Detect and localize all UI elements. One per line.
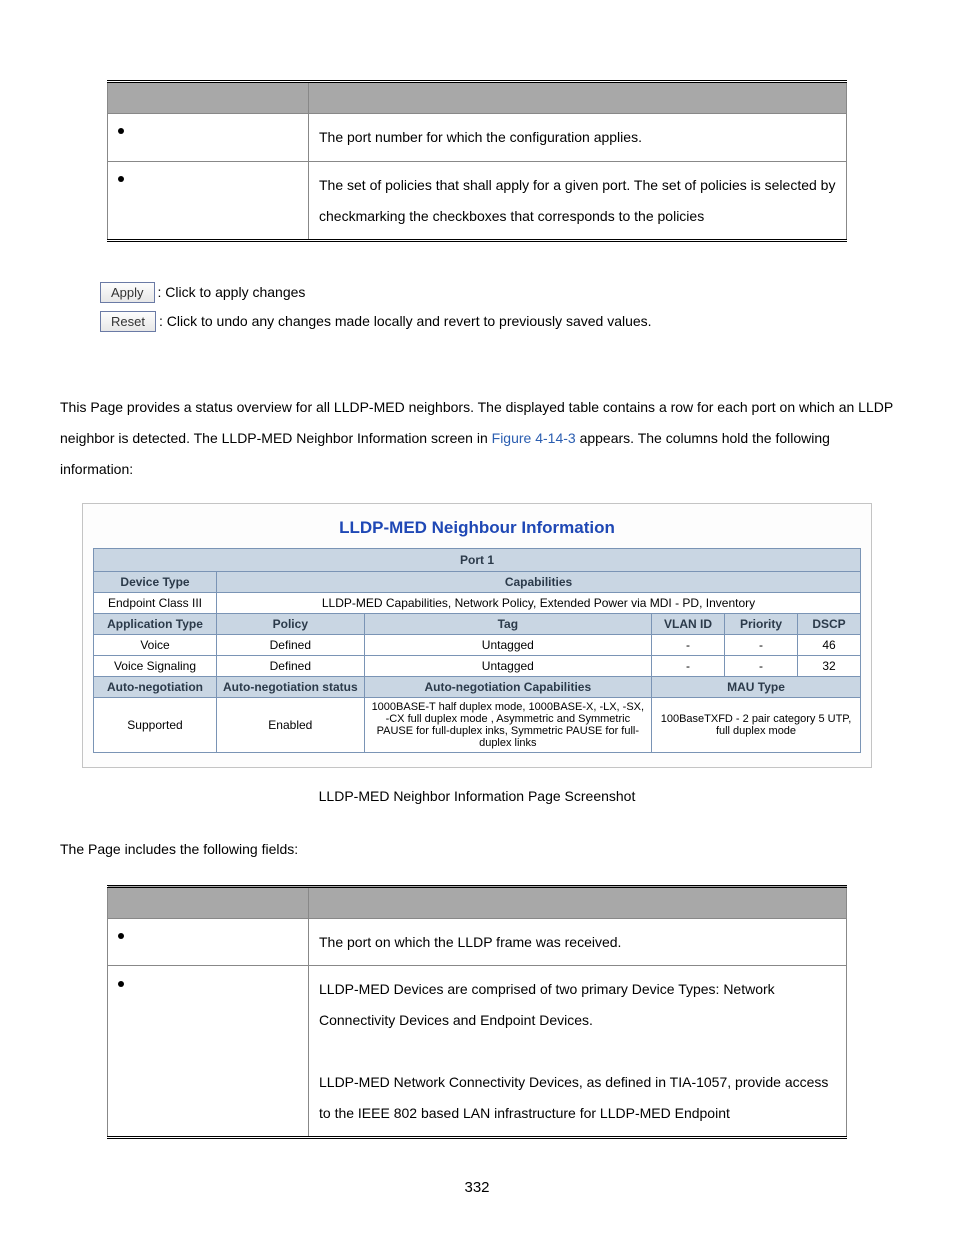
device-type-value: Endpoint Class III (94, 592, 217, 613)
figure-ref: Figure 4-14-3 (492, 430, 576, 446)
row-desc: LLDP-MED Devices are comprised of two pr… (309, 966, 847, 1138)
port-header: Port 1 (94, 548, 861, 571)
tag-header: Tag (364, 613, 651, 634)
screenshot-panel: LLDP-MED Neighbour Information Port 1 De… (82, 503, 872, 768)
app-type-header: Application Type (94, 613, 217, 634)
reset-button-row: Reset: Click to undo any changes made lo… (100, 311, 894, 332)
bullet-icon (118, 933, 124, 939)
table-row: The port on which the LLDP frame was rec… (108, 918, 847, 966)
app-row-c5: - (725, 634, 798, 655)
auto-neg-header: Auto-negotiation (94, 676, 217, 697)
device-type-header: Device Type (94, 571, 217, 592)
app-row-c5: - (725, 655, 798, 676)
row-desc-p1: LLDP-MED Devices are comprised of two pr… (319, 981, 775, 1028)
app-row-c3: Untagged (364, 634, 651, 655)
dscp-header: DSCP (798, 613, 861, 634)
app-row-c2: Defined (217, 634, 365, 655)
app-row-c3: Untagged (364, 655, 651, 676)
bullet-icon (118, 176, 124, 182)
table-row: LLDP-MED Devices are comprised of two pr… (108, 966, 847, 1138)
bullet-icon (118, 981, 124, 987)
app-row-c4: - (652, 634, 725, 655)
mau-type-header: MAU Type (652, 676, 861, 697)
row-desc: The port on which the LLDP frame was rec… (309, 918, 847, 966)
table-row: The set of policies that shall apply for… (108, 161, 847, 241)
auto-neg-value: Supported (94, 697, 217, 752)
app-row-c4: - (652, 655, 725, 676)
table-row: The port number for which the configurat… (108, 114, 847, 162)
auto-neg-status-value: Enabled (217, 697, 365, 752)
auto-neg-status-header: Auto-negotiation status (217, 676, 365, 697)
reset-desc: : Click to undo any changes made locally… (159, 313, 652, 329)
bottom-fields-table: The port on which the LLDP frame was rec… (107, 885, 847, 1140)
table-header-row (108, 82, 847, 114)
app-row-c6: 32 (798, 655, 861, 676)
lldp-med-table: Port 1 Device Type Capabilities Endpoint… (93, 548, 861, 753)
top-config-table: The port number for which the configurat… (107, 80, 847, 242)
vlan-id-header: VLAN ID (652, 613, 725, 634)
apply-desc: : Click to apply changes (158, 284, 306, 300)
page-number: 332 (60, 1179, 894, 1196)
screenshot-caption: LLDP-MED Neighbor Information Page Scree… (60, 788, 894, 804)
bullet-icon (118, 128, 124, 134)
policy-header: Policy (217, 613, 365, 634)
app-row-c1: Voice (94, 634, 217, 655)
app-row-c2: Defined (217, 655, 365, 676)
table-header-row (108, 886, 847, 918)
capabilities-header: Capabilities (217, 571, 861, 592)
intro-paragraph: This Page provides a status overview for… (60, 392, 894, 484)
priority-header: Priority (725, 613, 798, 634)
auto-neg-caps-header: Auto-negotiation Capabilities (364, 676, 651, 697)
app-row-c1: Voice Signaling (94, 655, 217, 676)
reset-button[interactable]: Reset (100, 311, 156, 332)
mau-type-value: 100BaseTXFD - 2 pair category 5 UTP, ful… (652, 697, 861, 752)
row-desc: The set of policies that shall apply for… (309, 161, 847, 241)
capabilities-value: LLDP-MED Capabilities, Network Policy, E… (217, 592, 861, 613)
row-desc-p2: LLDP-MED Network Connectivity Devices, a… (319, 1074, 828, 1121)
app-row-c6: 46 (798, 634, 861, 655)
apply-button-row: Apply: Click to apply changes (100, 282, 894, 303)
fields-intro: The Page includes the following fields: (60, 834, 894, 865)
auto-neg-caps-value: 1000BASE-T half duplex mode, 1000BASE-X,… (364, 697, 651, 752)
row-desc: The port number for which the configurat… (309, 114, 847, 162)
apply-button[interactable]: Apply (100, 282, 155, 303)
screenshot-title: LLDP-MED Neighbour Information (93, 512, 861, 548)
